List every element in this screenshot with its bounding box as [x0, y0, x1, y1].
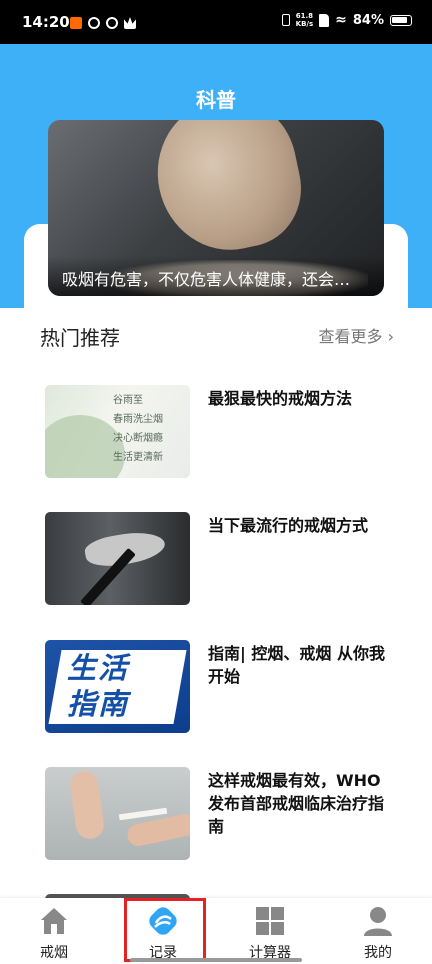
thumbnail-text: 生活 指南	[67, 650, 129, 722]
user-icon	[364, 907, 392, 936]
article-thumbnail: 谷雨至 春雨洗尘烟 决心断烟瘾 生活更清新	[45, 385, 190, 478]
wifi-icon: ≈	[335, 12, 347, 28]
gesture-bar[interactable]	[130, 958, 302, 962]
article-item[interactable]: 这样戒烟最有效，WHO发布首部戒烟临床治疗指南	[45, 767, 390, 862]
network-speed-unit: KB/s	[295, 20, 314, 28]
article-thumbnail	[45, 767, 190, 860]
status-time: 14:20	[22, 13, 70, 31]
crown-icon	[124, 17, 136, 29]
nav-label: 戒烟	[40, 945, 68, 961]
nav-label: 我的	[364, 945, 392, 961]
tiktok-icon	[88, 17, 100, 29]
see-more-link[interactable]: 查看更多 ›	[319, 323, 395, 347]
article-title: 指南| 控烟、戒烟 从你我开始	[208, 644, 385, 686]
vibrate-icon	[281, 14, 290, 26]
article-thumbnail: 生活 指南	[45, 640, 190, 733]
battery-percent: 84%	[352, 12, 384, 28]
thumbnail-line: 决心断烟瘾	[113, 433, 163, 444]
nav-item-calculator[interactable]: 计算器	[230, 904, 310, 961]
article-title: 这样戒烟最有效，WHO发布首部戒烟临床治疗指南	[208, 771, 385, 836]
status-icons: 61.8 KB/s ≈ 84%	[281, 12, 412, 28]
thumbnail-line: 指南	[67, 687, 130, 721]
no-sim-icon	[319, 13, 330, 27]
status-bar: 14:20 61.8 KB/s ≈ 84%	[0, 0, 432, 44]
thumbnail-line: 生活更清新	[113, 452, 163, 463]
banner-carousel[interactable]: 吸烟有危害，不仅危害人体健康，还会…	[48, 120, 384, 296]
page-title: 科普	[196, 88, 236, 112]
network-speed: 61.8 KB/s	[296, 12, 313, 28]
article-item[interactable]: 谷雨至 春雨洗尘烟 决心断烟瘾 生活更清新 最狠最快的戒烟方法	[45, 385, 390, 480]
article-title: 当下最流行的戒烟方式	[208, 516, 369, 535]
article-item[interactable]: 当下最流行的戒烟方式	[45, 512, 390, 607]
thumbnail-line: 春雨洗尘烟	[113, 414, 163, 425]
battery-icon	[390, 14, 412, 26]
banner-hand-image	[143, 120, 313, 263]
thumbnail-hand-image	[68, 769, 106, 841]
home-icon	[41, 908, 67, 934]
network-speed-value: 61.8	[295, 12, 314, 20]
thumbnail-line: 生活	[67, 651, 130, 685]
thumbnail-text: 谷雨至 春雨洗尘烟 决心断烟瘾 生活更清新	[113, 391, 163, 467]
banner-caption: 吸烟有危害，不仅危害人体健康，还会…	[48, 256, 384, 296]
article-thumbnail	[45, 512, 190, 605]
app-notification-icon	[70, 17, 82, 29]
article-item[interactable]: 生活 指南 指南| 控烟、戒烟 从你我开始	[45, 640, 390, 735]
grid-icon	[256, 907, 284, 935]
app-notification-icon	[106, 17, 118, 29]
nav-item-quit-smoking[interactable]: 戒烟	[14, 904, 94, 961]
bottom-nav: 戒烟 记录 计算器 我的	[0, 898, 432, 964]
nav-item-mine[interactable]: 我的	[338, 904, 418, 961]
article-title: 最狠最快的戒烟方法	[208, 389, 353, 408]
thumbnail-line: 谷雨至	[113, 395, 143, 406]
section-title: 热门推荐	[40, 326, 120, 350]
selection-highlight	[124, 898, 206, 962]
